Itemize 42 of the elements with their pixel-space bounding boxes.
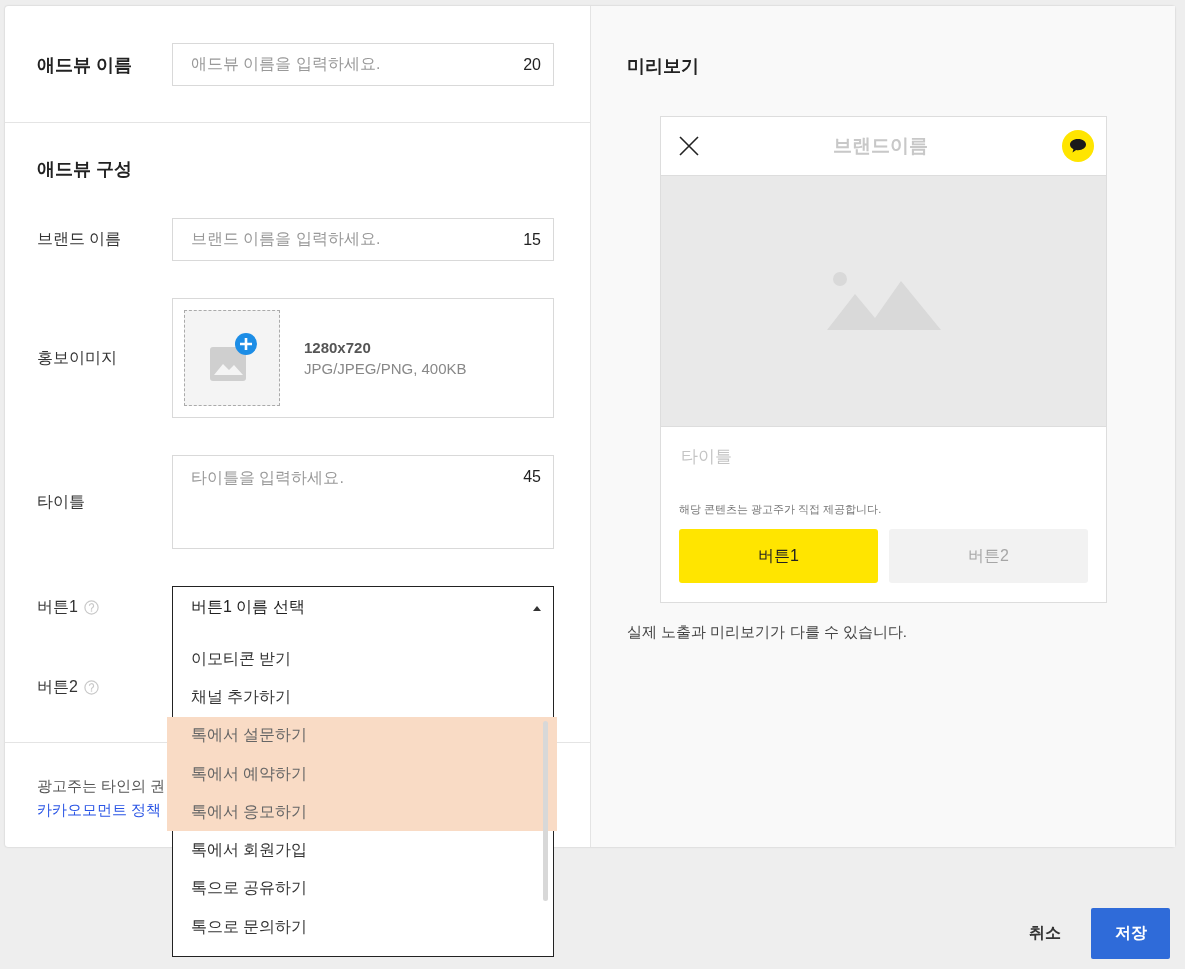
dropdown-option[interactable]: 톡에서 설문하기 (167, 716, 557, 755)
preview-heading: 미리보기 (627, 55, 700, 78)
close-icon[interactable] (679, 136, 699, 156)
dropdown-option[interactable]: 톡으로 문의하기 (173, 908, 553, 947)
disclaimer-text: 해당 콘텐츠는 광고주가 직접 제공합니다. (678, 502, 883, 517)
upload-button[interactable] (184, 310, 280, 406)
scrollbar[interactable] (543, 721, 548, 901)
dropdown-option[interactable]: 톡에서 응모하기 (167, 793, 557, 832)
field-label: 브랜드 이름 (37, 229, 123, 249)
title-field[interactable]: 타이틀을 입력하세요. 45 (172, 455, 554, 549)
help-icon[interactable] (83, 600, 99, 615)
brand-name-field[interactable]: 브랜드 이름을 입력하세요. 15 (172, 218, 554, 261)
section-heading: 애드뷰 구성 (37, 158, 133, 181)
cancel-button[interactable]: 취소 (1021, 913, 1069, 954)
dropdown-option[interactable]: 이모티콘 받기 (173, 640, 553, 679)
policy-link[interactable]: 카카오모먼트 정책 (37, 801, 162, 818)
char-counter: 20 (523, 55, 541, 74)
adview-name-field[interactable]: 애드뷰 이름을 입력하세요. 20 (172, 43, 554, 86)
speech-bubble-icon[interactable] (1062, 130, 1094, 162)
notice-text: 광고주는 타인의 권 (37, 776, 166, 796)
field-label: 버튼2 (37, 676, 78, 697)
preview-title: 타이틀 (680, 446, 733, 468)
dropdown-option[interactable]: 톡에서 회원가입 (173, 831, 553, 870)
placeholder: 브랜드 이름을 입력하세요. (191, 229, 381, 249)
preview-button[interactable]: 버튼1 (679, 529, 878, 583)
preview-caption: 실제 노출과 미리보기가 다를 수 있습니다. (627, 623, 908, 642)
dropdown-option[interactable]: 채널 추가하기 (173, 678, 553, 717)
field-label: 타이틀 (37, 491, 86, 512)
field-label: 애드뷰 이름 (37, 53, 133, 77)
char-counter: 45 (523, 468, 541, 486)
save-button[interactable]: 저장 (1091, 908, 1170, 959)
dropdown-option[interactable]: 톡에서 예약하기 (167, 754, 557, 794)
help-icon[interactable] (83, 679, 99, 695)
image-size: 1280x720 (304, 339, 372, 356)
field-label: 버튼1 (37, 597, 78, 617)
dropdown-option[interactable]: 톡으로 공유하기 (173, 869, 553, 909)
image-formats: JPG/JPEG/PNG, 400KB (304, 360, 467, 377)
placeholder: 애드뷰 이름을 입력하세요. (191, 54, 381, 74)
field-label: 홍보이미지 (37, 347, 118, 368)
placeholder: 타이틀을 입력하세요. (191, 468, 344, 488)
char-counter: 15 (523, 230, 541, 249)
button1-dropdown[interactable]: 버튼1 이름 선택 (172, 586, 554, 629)
